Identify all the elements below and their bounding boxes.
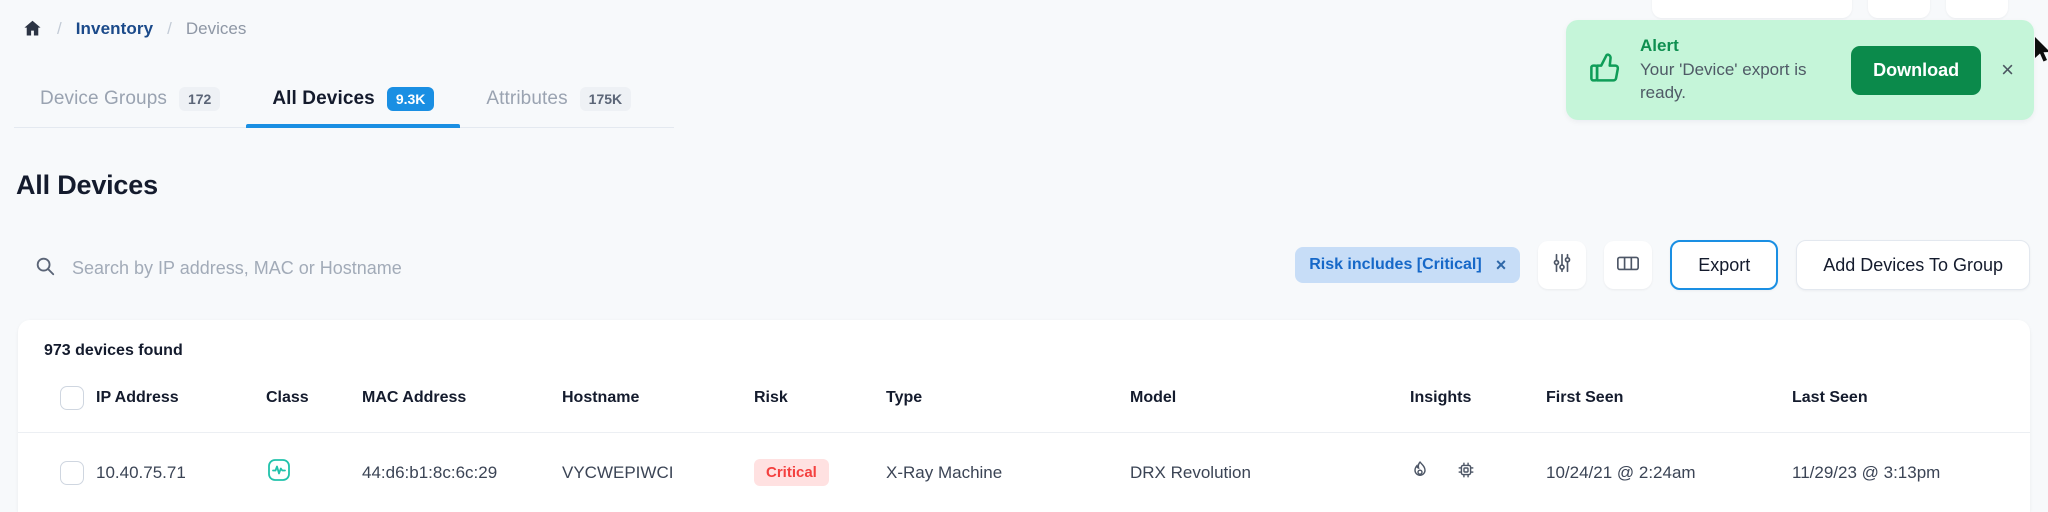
header-pill-2 [1868, 0, 1930, 18]
search-container[interactable] [34, 246, 594, 290]
filter-chip-risk-critical[interactable]: Risk includes [Critical] × [1295, 247, 1521, 283]
page-title: All Devices [16, 170, 158, 200]
header-last-seen[interactable]: Last Seen [1792, 360, 2030, 433]
cell-insights [1410, 432, 1546, 512]
export-button[interactable]: Export [1670, 240, 1779, 290]
header-risk[interactable]: Risk [754, 360, 886, 433]
thumbs-up-icon [1586, 49, 1624, 92]
flame-icon[interactable] [1410, 460, 1430, 485]
header-mac-address[interactable]: MAC Address [362, 360, 562, 433]
alert-toast: Alert Your 'Device' export is ready. Dow… [1566, 20, 2034, 120]
breadcrumb-link-inventory[interactable]: Inventory [76, 19, 153, 39]
toolbar: Risk includes [Critical] × [0, 232, 2048, 306]
close-icon[interactable]: × [2001, 59, 2014, 81]
table-row[interactable]: 10.40.75.71 44:d6:b1:8c:6c:29 VYCWEPIWCI… [18, 432, 2030, 512]
tab-all-devices-label: All Devices [272, 88, 375, 109]
tab-device-groups-label: Device Groups [40, 88, 167, 109]
header-hostname[interactable]: Hostname [562, 360, 754, 433]
devices-table: IP Address Class MAC Address Hostname Ri… [18, 360, 2030, 512]
home-icon[interactable] [22, 18, 43, 39]
tab-all-devices[interactable]: All Devices 9.3K [246, 87, 461, 128]
toast-title: Alert [1640, 36, 1679, 56]
tab-attributes-count: 175K [579, 87, 632, 111]
filter-settings-button[interactable] [1538, 241, 1587, 289]
cell-hostname: VYCWEPIWCI [562, 432, 754, 512]
header-pill-1 [1652, 0, 1852, 18]
cell-model: DRX Revolution [1130, 432, 1410, 512]
cell-last-seen: 11/29/23 @ 3:13pm [1792, 432, 2030, 512]
table-header-row: IP Address Class MAC Address Hostname Ri… [18, 360, 2030, 433]
header-class[interactable]: Class [266, 360, 362, 433]
mouse-cursor [2034, 36, 2048, 71]
tab-attributes-label: Attributes [486, 88, 568, 109]
select-all-checkbox[interactable] [60, 386, 84, 410]
devices-table-card: 973 devices found IP Address Class MAC A… [18, 320, 2030, 512]
header-model[interactable]: Model [1130, 360, 1410, 433]
tab-device-groups-count: 172 [178, 87, 221, 111]
add-devices-to-group-button[interactable]: Add Devices To Group [1796, 240, 2030, 290]
header-pill-3 [1946, 0, 2008, 18]
columns-icon [1616, 252, 1640, 279]
header-type[interactable]: Type [886, 360, 1130, 433]
header-chrome-cropped [1652, 0, 2008, 18]
cell-ip-address: 10.40.75.71 [96, 432, 266, 512]
columns-button[interactable] [1604, 241, 1653, 289]
chip-icon[interactable] [1456, 460, 1476, 485]
cell-class [266, 432, 362, 512]
cell-first-seen: 10/24/21 @ 2:24am [1546, 432, 1792, 512]
breadcrumb-separator-1: / [57, 18, 62, 38]
cell-risk: Critical [754, 432, 886, 512]
filter-chip-label: Risk includes [Critical] [1309, 256, 1482, 273]
sliders-icon [1551, 252, 1573, 279]
header-ip-address[interactable]: IP Address [96, 360, 266, 433]
header-insights[interactable]: Insights [1410, 360, 1546, 433]
search-icon [34, 255, 56, 282]
medical-pulse-icon [266, 459, 292, 487]
status-badge: Critical [754, 459, 829, 486]
devices-inventory-page: / Inventory / Devices Device Groups 172 … [0, 0, 2048, 512]
tab-all-devices-count: 9.3K [386, 87, 435, 111]
row-checkbox[interactable] [60, 460, 84, 485]
select-all-header [18, 360, 96, 433]
cell-type: X-Ray Machine [886, 432, 1130, 512]
toolbar-actions: Risk includes [Critical] × Export Add De… [1295, 240, 2030, 290]
toast-text-block: Alert Your 'Device' export is ready. [1640, 36, 1851, 104]
tab-attributes[interactable]: Attributes 175K [460, 87, 657, 127]
row-select-cell [18, 432, 96, 512]
cell-mac-address: 44:d6:b1:8c:6c:29 [362, 432, 562, 512]
download-button[interactable]: Download [1851, 45, 1982, 95]
breadcrumb-separator-2: / [167, 18, 172, 38]
header-first-seen[interactable]: First Seen [1546, 360, 1792, 433]
filter-chip-remove-icon[interactable]: × [1496, 256, 1507, 274]
breadcrumb-current-devices: Devices [185, 18, 247, 38]
toast-message: Your 'Device' export is ready. [1640, 60, 1807, 102]
devices-found-count: 973 devices found [44, 342, 183, 359]
search-input[interactable] [72, 257, 572, 279]
tab-bar: Device Groups 172 All Devices 9.3K Attri… [14, 74, 674, 128]
tab-device-groups[interactable]: Device Groups 172 [14, 87, 246, 127]
breadcrumb: / Inventory / Devices [22, 18, 246, 39]
